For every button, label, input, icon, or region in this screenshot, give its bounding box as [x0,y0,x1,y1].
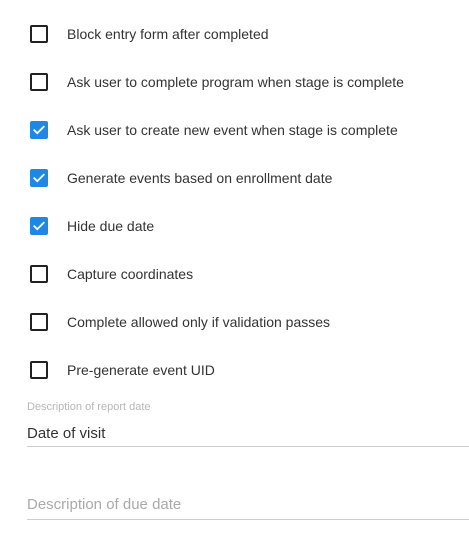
checkmark-icon [33,221,45,231]
checkbox-label: Block entry form after completed [67,26,269,42]
report-date-description-label: Description of report date [27,401,151,413]
report-date-description-field[interactable]: Description of report date Date of visit [27,401,469,447]
checkbox-label: Ask user to create new event when stage … [67,122,398,138]
stage-options-checkbox-list: Block entry form after completed Ask use… [0,10,469,394]
checkbox-complete-if-validation[interactable]: Complete allowed only if validation pass… [0,298,469,346]
field-underline [27,446,469,447]
checkbox-box[interactable] [30,313,48,331]
checkbox-hide-due-date[interactable]: Hide due date [0,202,469,250]
checkbox-box[interactable] [30,73,48,91]
checkbox-box[interactable] [30,361,48,379]
checkbox-box[interactable] [30,265,48,283]
checkbox-label: Generate events based on enrollment date [67,170,333,186]
checkbox-box[interactable] [30,169,48,187]
checkbox-capture-coordinates[interactable]: Capture coordinates [0,250,469,298]
checkbox-label: Capture coordinates [67,266,194,282]
checkbox-create-new-event[interactable]: Ask user to create new event when stage … [0,106,469,154]
field-underline [27,519,469,520]
checkbox-box[interactable] [30,217,48,235]
checkmark-icon [33,125,45,135]
checkbox-label: Pre-generate event UID [67,362,215,378]
checkbox-box[interactable] [30,121,48,139]
checkbox-label: Hide due date [67,218,155,234]
due-date-description-field[interactable]: Description of due date [27,474,469,520]
report-date-description-input[interactable]: Date of visit [27,425,105,442]
checkbox-block-entry-form[interactable]: Block entry form after completed [0,10,469,58]
checkbox-label: Complete allowed only if validation pass… [67,314,331,330]
checkmark-icon [33,173,45,183]
due-date-description-input[interactable]: Description of due date [27,496,181,513]
checkbox-complete-program[interactable]: Ask user to complete program when stage … [0,58,469,106]
checkbox-box[interactable] [30,25,48,43]
checkbox-pre-generate-uid[interactable]: Pre-generate event UID [0,346,469,394]
checkbox-label: Ask user to complete program when stage … [67,74,404,90]
checkbox-generate-events-enrollment[interactable]: Generate events based on enrollment date [0,154,469,202]
